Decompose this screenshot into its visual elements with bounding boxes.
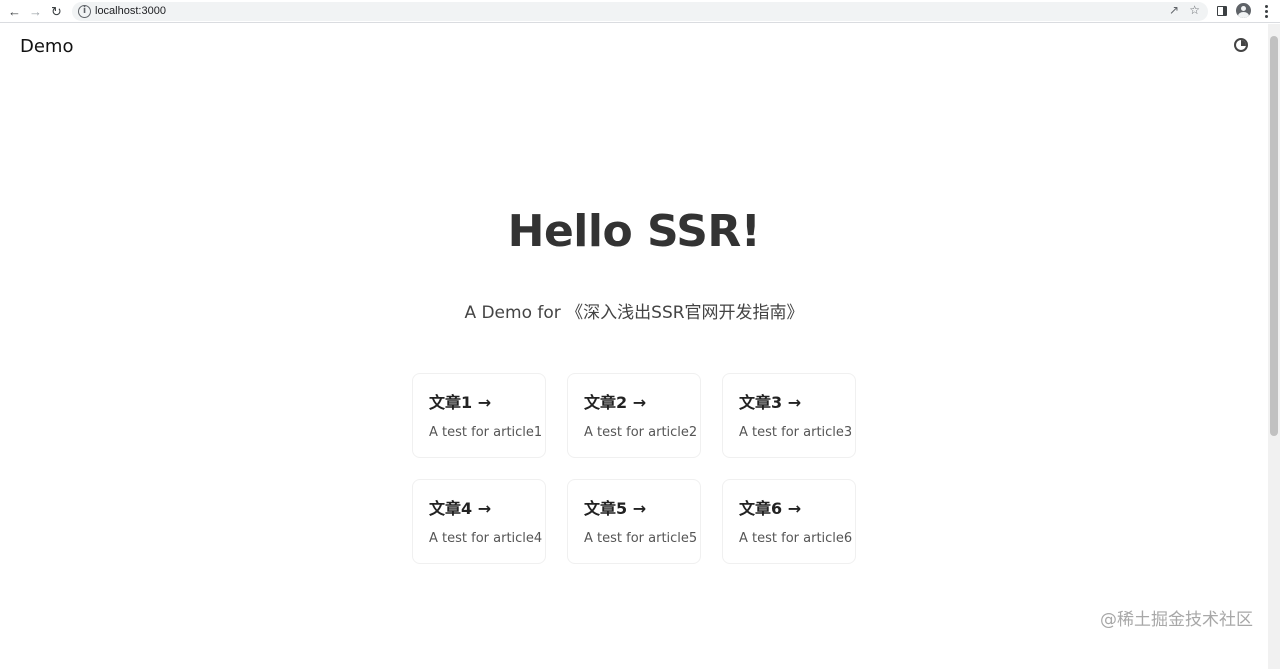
site-title[interactable]: Demo [20, 36, 73, 57]
hero-title: Hello SSR! [507, 206, 761, 257]
article-card-1[interactable]: 文章1 → A test for article1 [412, 373, 546, 458]
article-title: 文章2 → [584, 393, 647, 412]
article-description: A test for article2 [584, 425, 698, 440]
article-description: A test for article3 [739, 425, 853, 440]
vertical-scrollbar[interactable] [1268, 24, 1280, 669]
profile-avatar-icon[interactable] [1236, 3, 1251, 18]
article-title: 文章4 → [429, 499, 492, 518]
share-icon[interactable]: ↗ [1169, 3, 1179, 17]
watermark-text: @稀土掘金技术社区 [1100, 610, 1253, 630]
article-description: A test for article1 [429, 425, 543, 440]
article-card-5[interactable]: 文章5 → A test for article5 [567, 479, 701, 564]
article-title: 文章5 → [584, 499, 647, 518]
article-title: 文章6 → [739, 499, 802, 518]
side-panel-icon[interactable] [1217, 6, 1227, 16]
page-viewport: Demo Hello SSR! A Demo for 《深入浅出SSR官网开发指… [0, 24, 1268, 669]
article-title: 文章3 → [739, 393, 802, 412]
article-card-2[interactable]: 文章2 → A test for article2 [567, 373, 701, 458]
theme-toggle-icon[interactable] [1234, 38, 1248, 52]
browser-toolbar: ← → ↻ i localhost:3000 ↗ ☆ [0, 0, 1280, 23]
address-bar[interactable]: i localhost:3000 ↗ ☆ [72, 2, 1208, 21]
article-description: A test for article4 [429, 531, 543, 546]
article-card-3[interactable]: 文章3 → A test for article3 [722, 373, 856, 458]
article-title: 文章1 → [429, 393, 492, 412]
article-description: A test for article6 [739, 531, 853, 546]
url-text[interactable]: localhost:3000 [95, 4, 166, 19]
article-card-4[interactable]: 文章4 → A test for article4 [412, 479, 546, 564]
hero-subtitle: A Demo for 《深入浅出SSR官网开发指南》 [464, 303, 804, 323]
scrollbar-thumb[interactable] [1270, 36, 1278, 436]
article-card-6[interactable]: 文章6 → A test for article6 [722, 479, 856, 564]
article-description: A test for article5 [584, 531, 698, 546]
reload-icon[interactable]: ↻ [48, 3, 65, 20]
browser-menu-icon[interactable] [1259, 4, 1273, 19]
bookmark-star-icon[interactable]: ☆ [1189, 3, 1200, 17]
site-info-icon[interactable]: i [78, 5, 91, 18]
back-icon[interactable]: ← [6, 3, 23, 20]
forward-icon[interactable]: → [27, 3, 44, 20]
article-grid: 文章1 → A test for article1 文章2 → A test f… [412, 373, 858, 564]
